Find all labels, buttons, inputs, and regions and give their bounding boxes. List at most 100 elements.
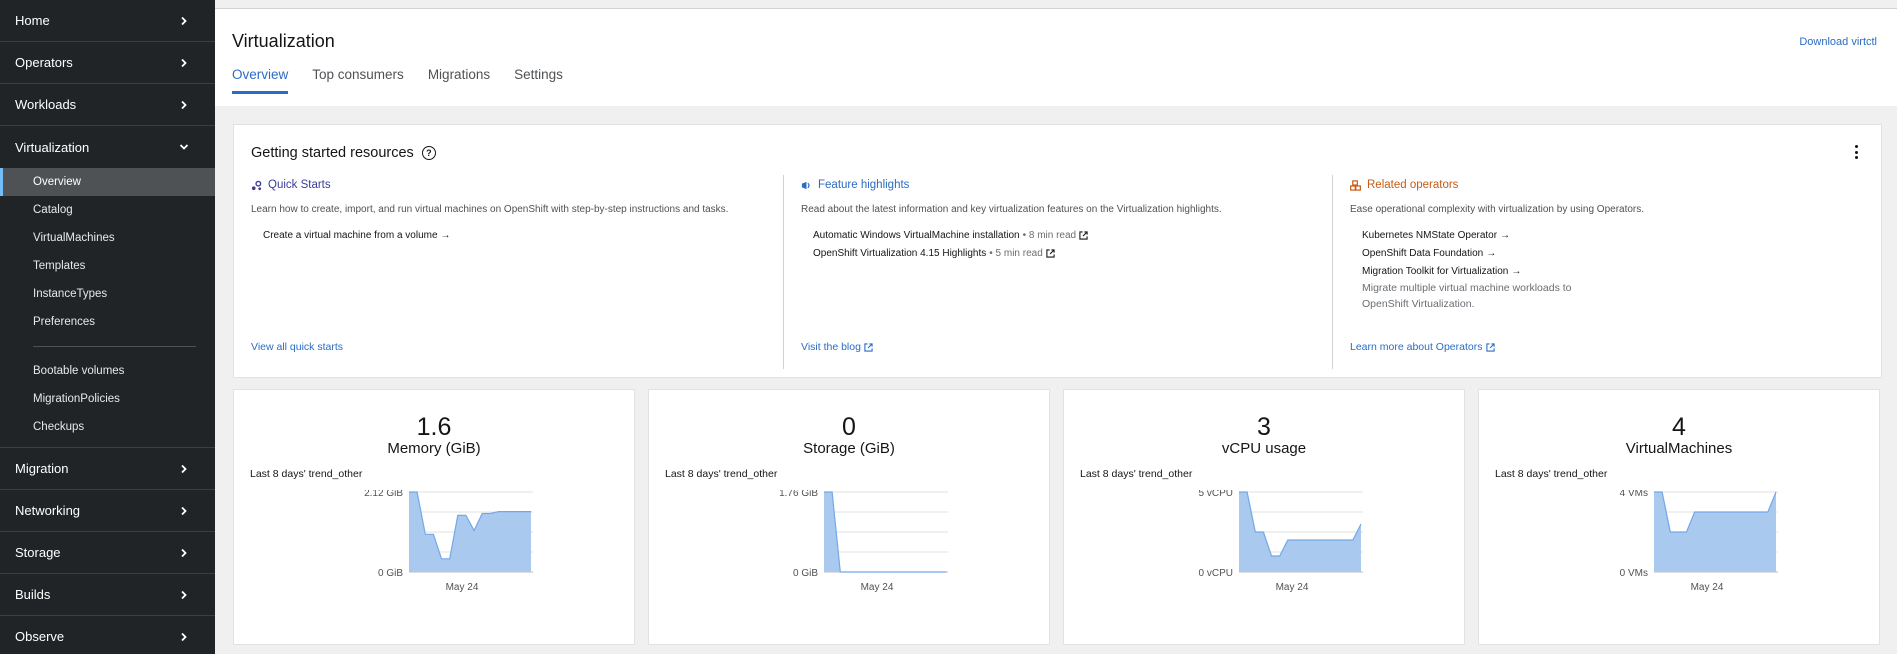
feature-highlight-link[interactable]: Automatic Windows VirtualMachine install…	[813, 226, 1313, 244]
y-tick-label: 5 vCPU	[1199, 490, 1233, 499]
y-tick-label: 1.76 GiB	[779, 490, 818, 499]
sidebar-group-workloads[interactable]: Workloads	[0, 84, 215, 126]
download-virtctl-link[interactable]: Download virtctl	[1799, 36, 1877, 48]
sidebar-group-label: Operators	[15, 55, 73, 70]
sidebar-item-catalog[interactable]: Catalog	[0, 196, 215, 224]
feature-highlight-link[interactable]: OpenShift Virtualization 4.15 Highlights…	[813, 244, 1313, 262]
tab-settings[interactable]: Settings	[514, 67, 563, 94]
chevron-right-icon	[179, 632, 189, 642]
chevron-right-icon	[179, 16, 189, 26]
getting-started-title: Getting started resources ?	[251, 145, 436, 161]
vcpu-card: 3 vCPU usage Last 8 days' trend_other 5 …	[1063, 389, 1465, 645]
sidebar-item-virtualmachines[interactable]: VirtualMachines	[0, 224, 215, 252]
arrow-right-icon: →	[1511, 265, 1522, 277]
learn-more-operators-link[interactable]: Learn more about Operators	[1350, 341, 1495, 353]
x-tick-label: May 24	[861, 582, 894, 593]
arrow-right-icon: →	[440, 229, 451, 241]
quick-starts-description: Learn how to create, import, and run vir…	[251, 204, 729, 215]
bullhorn-icon	[801, 181, 810, 189]
y-tick-label: 0 GiB	[793, 568, 818, 579]
sidebar-group-observe[interactable]: Observe	[0, 616, 215, 654]
storage-card: 0 Storage (GiB) Last 8 days' trend_other…	[648, 389, 1050, 645]
tab-migrations[interactable]: Migrations	[428, 67, 490, 94]
sidebar-group-label: Networking	[15, 503, 81, 518]
page-header: Virtualization Download virtctl Overview…	[215, 8, 1897, 106]
quick-starts-heading: Quick Starts	[251, 179, 781, 191]
chevron-right-icon	[179, 506, 189, 516]
related-operators-description: Ease operational complexity with virtual…	[1350, 204, 1645, 215]
y-tick-label: 4 VMs	[1620, 490, 1648, 499]
tab-top-consumers[interactable]: Top consumers	[312, 67, 404, 94]
getting-started-card: Getting started resources ? Quick Starts…	[233, 124, 1882, 378]
metric-label: Memory (GiB)	[387, 440, 481, 457]
sidebar-group-label: Virtualization	[15, 139, 90, 155]
metric-label: Storage (GiB)	[803, 440, 895, 457]
chevron-right-icon	[179, 464, 189, 474]
sidebar-group-home[interactable]: Home	[0, 0, 215, 42]
chevron-right-icon	[179, 100, 189, 110]
memory-card: 1.6 Memory (GiB) Last 8 days' trend_othe…	[233, 389, 635, 645]
x-tick-label: May 24	[1276, 582, 1309, 593]
metric-value: 4	[1672, 413, 1686, 441]
virtualmachines-card: 4 VirtualMachines Last 8 days' trend_oth…	[1478, 389, 1880, 645]
y-tick-label: 0 GiB	[378, 568, 403, 579]
help-icon[interactable]: ?	[421, 146, 436, 160]
metric-trend-label: Last 8 days' trend_other	[665, 468, 778, 480]
sidebar-item-overview[interactable]: Overview	[0, 168, 215, 196]
memory-chart: 2.12 GiB 0 GiB May 24	[234, 488, 636, 600]
sidebar-group-storage[interactable]: Storage	[0, 532, 215, 574]
feature-highlights-heading: Feature highlights	[801, 179, 1313, 191]
sidebar-group-virtualization[interactable]: Virtualization	[0, 126, 215, 168]
arrow-right-icon: →	[1486, 247, 1497, 259]
operator-link[interactable]: Kubernetes NMState Operator →	[1362, 226, 1862, 244]
page-title: Virtualization	[232, 31, 335, 51]
tab-overview[interactable]: Overview	[232, 67, 289, 94]
storage-chart: 1.76 GiB 0 GiB May 24	[649, 488, 1051, 600]
arrow-right-icon: →	[1500, 229, 1511, 241]
sidebar-group-label: Home	[15, 13, 50, 28]
operator-link[interactable]: Migration Toolkit for Virtualization →	[1362, 262, 1862, 280]
divider	[33, 346, 196, 347]
sidebar-item-instancetypes[interactable]: InstanceTypes	[0, 280, 215, 308]
y-tick-label: 0 VMs	[1620, 568, 1648, 579]
sidebar-item-checkups[interactable]: Checkups	[0, 413, 215, 441]
related-operators-column: Related operators Ease operational compl…	[1332, 175, 1862, 369]
metric-label: VirtualMachines	[1625, 440, 1733, 457]
sidebar-item-preferences[interactable]: Preferences	[0, 308, 215, 336]
x-tick-label: May 24	[1691, 582, 1724, 593]
rocket-icon	[251, 180, 262, 190]
sidebar-group-operators[interactable]: Operators	[0, 42, 215, 84]
sidebar-item-migrationpolicies[interactable]: MigrationPolicies	[0, 385, 215, 413]
operator-link[interactable]: OpenShift Data Foundation →	[1362, 244, 1862, 262]
sidebar-group-builds[interactable]: Builds	[0, 574, 215, 616]
visit-the-blog-link[interactable]: Visit the blog	[801, 341, 873, 353]
view-all-quick-starts-link[interactable]: View all quick starts	[251, 341, 343, 353]
external-link-icon	[1079, 230, 1088, 240]
kebab-menu-icon[interactable]	[1853, 145, 1859, 159]
sidebar-item-bootable-volumes[interactable]: Bootable volumes	[0, 357, 215, 385]
sidebar-item-templates[interactable]: Templates	[0, 252, 215, 280]
quick-start-link[interactable]: Create a virtual machine from a volume →	[263, 226, 781, 244]
sidebar-group-networking[interactable]: Networking	[0, 490, 215, 532]
sidebar: Home Operators Workloads Virtualization Ov…	[0, 0, 215, 654]
y-tick-label: 0 vCPU	[1199, 568, 1233, 579]
external-link-icon	[864, 342, 873, 352]
y-tick-label: 2.12 GiB	[364, 490, 403, 499]
x-tick-label: May 24	[446, 582, 479, 593]
metric-trend-label: Last 8 days' trend_other	[1080, 468, 1193, 480]
feature-highlights-column: Feature highlights Read about the latest…	[783, 175, 1313, 369]
chevron-down-icon	[179, 142, 189, 152]
sidebar-group-label: Observe	[15, 629, 65, 644]
sidebar-group-label: Storage	[15, 545, 61, 560]
metric-trend-label: Last 8 days' trend_other	[250, 468, 363, 480]
metric-value: 1.6	[416, 413, 452, 441]
metric-value: 3	[1257, 413, 1271, 441]
sidebar-group-migration[interactable]: Migration	[0, 448, 215, 490]
sidebar-group-label: Builds	[15, 587, 51, 602]
sidebar-group-label: Migration	[15, 461, 69, 476]
chevron-right-icon	[179, 548, 189, 558]
tab-bar: Overview Top consumers Migrations Settin…	[232, 67, 587, 94]
chevron-right-icon	[179, 590, 189, 600]
related-operators-heading: Related operators	[1350, 179, 1862, 191]
metric-trend-label: Last 8 days' trend_other	[1495, 468, 1608, 480]
